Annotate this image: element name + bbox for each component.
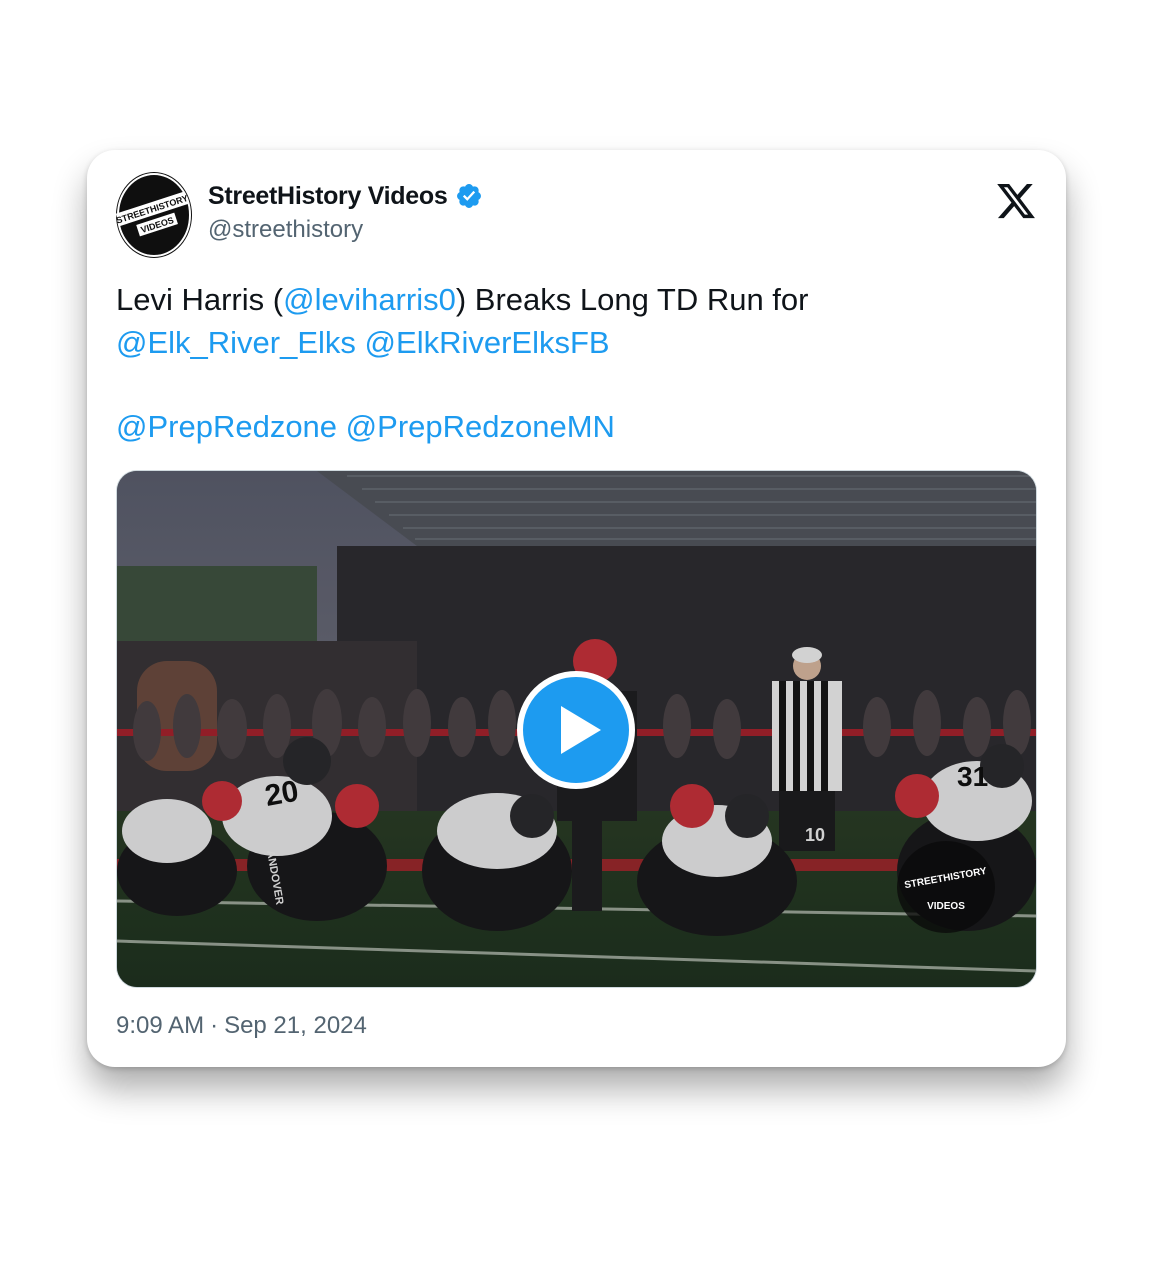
video-player[interactable]: 20 31 10 ANDOVER STREETHISTORY VIDEOS [117,471,1036,987]
verified-badge-icon [457,184,482,208]
author-name-block: StreetHistory Videos @streethistory [208,178,483,244]
author-handle[interactable]: @streethistory [208,216,483,244]
tweet-line-1: Levi Harris (@leviharris0) Breaks Long T… [116,278,1016,321]
author-display-name[interactable]: StreetHistory Videos [208,182,448,211]
mention-link-prepredzone[interactable]: @PrepRedzone [116,409,337,444]
video-watermark: STREETHISTORY VIDEOS [897,841,995,933]
watermark-text-top: STREETHISTORY [904,866,988,891]
mention-link-leviharris0[interactable]: @leviharris0 [283,282,456,317]
author-avatar[interactable]: STREETHISTORY VIDEOS [116,172,192,258]
mention-link-elkriverelksfb[interactable]: @ElkRiverElksFB [365,325,610,360]
play-icon [561,706,601,754]
display-name-row: StreetHistory Videos [208,178,483,214]
tweet-text-middle: ) Breaks Long TD Run for [455,282,809,317]
tweet-line-2: @Elk_River_Elks @ElkRiverElksFB [116,321,1016,364]
tweet-text-prefix: Levi Harris ( [116,282,284,317]
tweet-card[interactable]: STREETHISTORY VIDEOS StreetHistory Video… [87,150,1066,1067]
tweet-timestamp[interactable]: 9:09 AM · Sep 21, 2024 [116,1012,367,1040]
watermark-logo: STREETHISTORY VIDEOS [904,866,988,912]
mention-link-prepredzonemn[interactable]: @PrepRedzoneMN [346,409,615,444]
play-button[interactable] [517,671,635,789]
x-logo-icon[interactable] [995,180,1037,222]
tweet-time: 9:09 AM [116,1012,205,1039]
tweet-text: Levi Harris (@leviharris0) Breaks Long T… [116,278,1016,448]
tweet-date: Sep 21, 2024 [224,1012,367,1039]
watermark-text-bottom: VIDEOS [927,901,965,912]
timestamp-separator: · [210,1012,219,1039]
tweet-line-3: @PrepRedzone @PrepRedzoneMN [116,405,1016,448]
mention-link-elk-river-elks[interactable]: @Elk_River_Elks [116,325,356,360]
avatar-logo: STREETHISTORY VIDEOS [116,173,191,257]
tweet-header: STREETHISTORY VIDEOS StreetHistory Video… [116,172,1037,262]
